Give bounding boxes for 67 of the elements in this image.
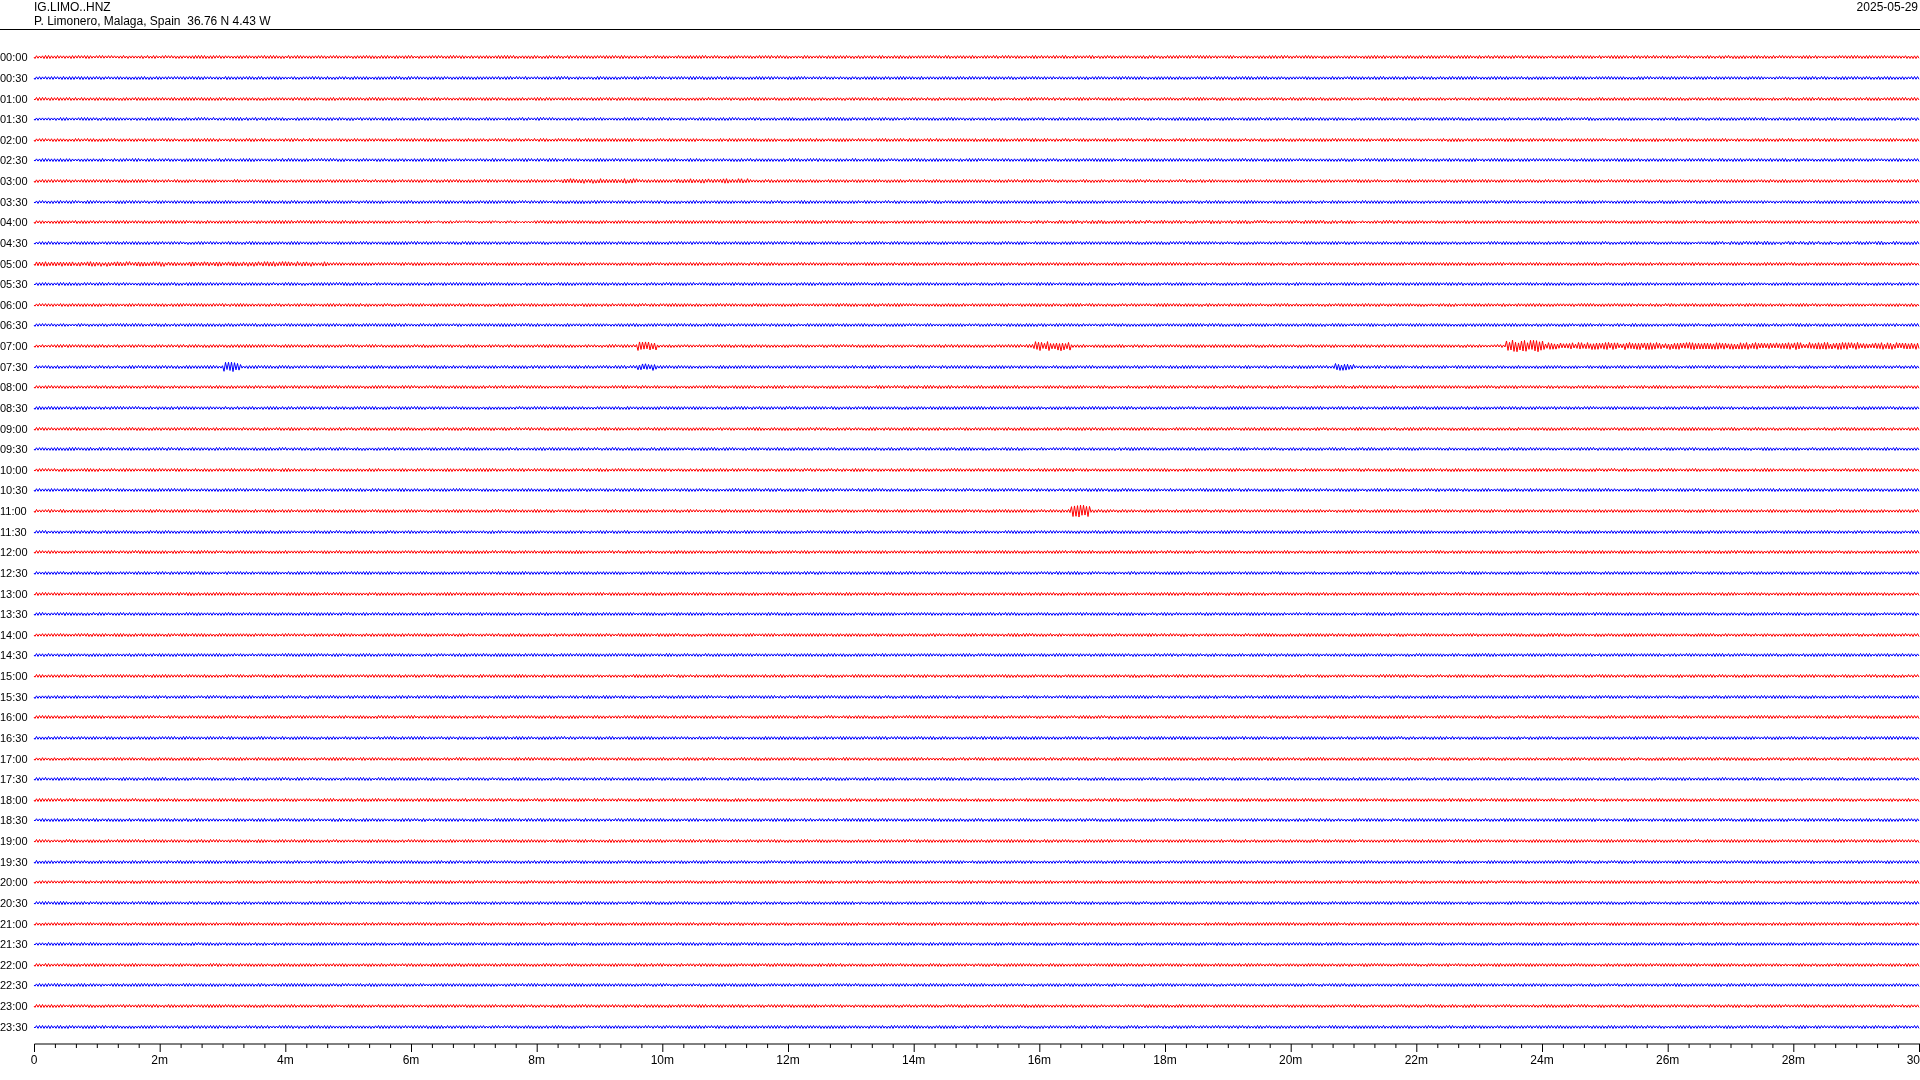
time-label: 16:00 xyxy=(0,711,29,724)
axis-label: 12m xyxy=(776,1053,800,1067)
station-location: P. Limonero, Malaga, Spain 36.76 N 4.43 W xyxy=(34,14,271,28)
time-label: 10:30 xyxy=(0,484,29,497)
axis-label: 0 xyxy=(30,1053,38,1067)
axis-label: 30 xyxy=(1906,1053,1920,1067)
time-label: 10:00 xyxy=(0,463,29,476)
time-label: 08:30 xyxy=(0,401,29,414)
axis-label: 16m xyxy=(1027,1053,1051,1067)
time-label: 13:30 xyxy=(0,608,29,621)
time-label: 06:30 xyxy=(0,319,29,332)
time-label: 16:30 xyxy=(0,731,29,744)
axis-label: 6m xyxy=(402,1053,420,1067)
time-label: 20:00 xyxy=(0,876,29,889)
time-label: 15:30 xyxy=(0,690,29,703)
time-label: 12:30 xyxy=(0,566,29,579)
time-label: 08:00 xyxy=(0,381,29,394)
time-label: 04:30 xyxy=(0,236,29,249)
time-label: 07:30 xyxy=(0,360,29,373)
time-label: 01:30 xyxy=(0,113,29,126)
time-label: 05:30 xyxy=(0,278,29,291)
time-label: 23:30 xyxy=(0,1020,29,1033)
time-label: 12:00 xyxy=(0,546,29,559)
time-label: 17:00 xyxy=(0,752,29,765)
time-label: 21:30 xyxy=(0,938,29,951)
time-label: 11:00 xyxy=(0,505,28,518)
time-label: 00:00 xyxy=(0,51,29,64)
time-label: 06:00 xyxy=(0,298,29,311)
time-label: 01:00 xyxy=(0,92,29,105)
time-label: 09:30 xyxy=(0,443,29,456)
axis-label: 22m xyxy=(1404,1053,1428,1067)
time-label: 03:00 xyxy=(0,175,29,188)
time-label: 20:30 xyxy=(0,896,29,909)
date-label: 2025-05-29 xyxy=(1856,0,1918,14)
time-label: 11:30 xyxy=(0,525,28,538)
axis-label: 10m xyxy=(650,1053,674,1067)
axis-label: 2m xyxy=(151,1053,168,1067)
station-code: IG.LIMO..HNZ xyxy=(34,0,112,14)
time-label: 03:30 xyxy=(0,195,29,208)
time-label: 23:00 xyxy=(0,1000,29,1013)
axis-label: 14m xyxy=(902,1053,926,1067)
axis-label: 18m xyxy=(1153,1053,1177,1067)
time-label: 19:00 xyxy=(0,835,29,848)
time-label: 21:00 xyxy=(0,917,29,930)
time-label: 14:00 xyxy=(0,628,29,641)
time-label: 22:00 xyxy=(0,958,29,971)
axis-label: 20m xyxy=(1279,1053,1303,1067)
time-label: 09:00 xyxy=(0,422,29,435)
time-label: 02:30 xyxy=(0,154,29,167)
time-label: 18:00 xyxy=(0,793,29,806)
time-label: 07:00 xyxy=(0,340,29,353)
time-label: 00:30 xyxy=(0,71,29,84)
time-label: 15:00 xyxy=(0,670,29,683)
time-label: 13:00 xyxy=(0,587,29,600)
axis-label: 26m xyxy=(1656,1053,1680,1067)
time-label: 17:30 xyxy=(0,773,29,786)
time-label: 22:30 xyxy=(0,979,29,992)
time-label: 14:30 xyxy=(0,649,29,662)
axis-label: 24m xyxy=(1530,1053,1554,1067)
time-label: 02:00 xyxy=(0,133,29,146)
axis-label: 28m xyxy=(1781,1053,1805,1067)
axis-label: 4m xyxy=(277,1053,294,1067)
time-label: 19:30 xyxy=(0,855,29,868)
time-label: 04:00 xyxy=(0,216,29,229)
time-label: 18:30 xyxy=(0,814,29,827)
axis-label: 8m xyxy=(528,1053,545,1067)
time-label: 05:00 xyxy=(0,257,29,270)
